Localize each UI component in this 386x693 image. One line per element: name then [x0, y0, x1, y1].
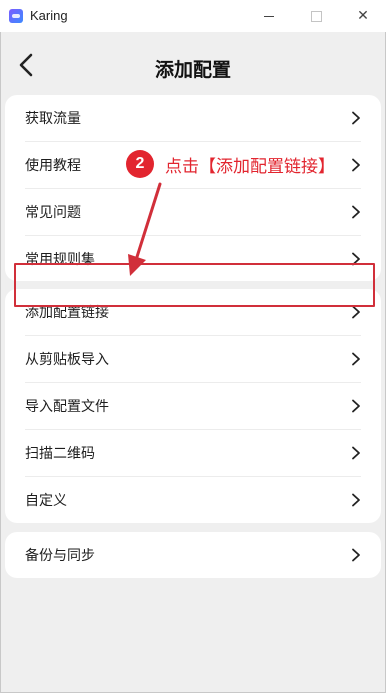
chevron-right-icon	[351, 399, 361, 413]
chevron-right-icon	[351, 493, 361, 507]
menu-item-custom[interactable]: 自定义	[5, 477, 381, 523]
menu-item-label: 备份与同步	[25, 548, 95, 564]
chevron-right-icon	[351, 205, 361, 219]
menu-item-label: 导入配置文件	[25, 399, 109, 415]
chevron-right-icon	[351, 111, 361, 125]
chevron-right-icon	[351, 352, 361, 366]
page-title: 添加配置	[154, 59, 231, 81]
card-resources: 获取流量 使用教程 常见问题 常用规则集	[5, 95, 381, 281]
minimize-button[interactable]	[246, 0, 292, 32]
menu-item-label: 自定义	[25, 493, 67, 509]
page-header: 添加配置	[0, 32, 386, 92]
menu-item-get-traffic[interactable]: 获取流量	[5, 95, 381, 141]
menu-item-label: 获取流量	[25, 111, 81, 127]
card-add-config: 添加配置链接 从剪贴板导入 导入配置文件 扫描二维码 自定义	[5, 289, 381, 523]
chevron-right-icon	[351, 305, 361, 319]
menu-item-import-file[interactable]: 导入配置文件	[5, 383, 381, 429]
menu-item-label: 常见问题	[25, 205, 81, 221]
app-title: Karing	[30, 8, 68, 23]
chevron-right-icon	[351, 548, 361, 562]
card-backup: 备份与同步	[5, 532, 381, 578]
menu-item-label: 扫描二维码	[25, 446, 95, 462]
arrow-down-icon	[128, 182, 162, 276]
title-bar: Karing ✕	[0, 0, 386, 32]
menu-item-backup-sync[interactable]: 备份与同步	[5, 532, 381, 578]
menu-item-label: 从剪贴板导入	[25, 352, 109, 368]
step-badge: 2	[126, 150, 154, 178]
karing-app-icon	[9, 9, 23, 23]
chevron-right-icon	[351, 158, 361, 172]
step-instruction: 点击【添加配置链接】	[165, 157, 335, 177]
menu-item-label: 使用教程	[25, 158, 81, 174]
maximize-button[interactable]	[293, 0, 339, 32]
highlight-box	[14, 263, 375, 307]
menu-item-faq[interactable]: 常见问题	[5, 189, 381, 235]
chevron-right-icon	[351, 446, 361, 460]
menu-item-import-clipboard[interactable]: 从剪贴板导入	[5, 336, 381, 382]
close-button[interactable]: ✕	[340, 0, 386, 32]
menu-item-scan-qr[interactable]: 扫描二维码	[5, 430, 381, 476]
